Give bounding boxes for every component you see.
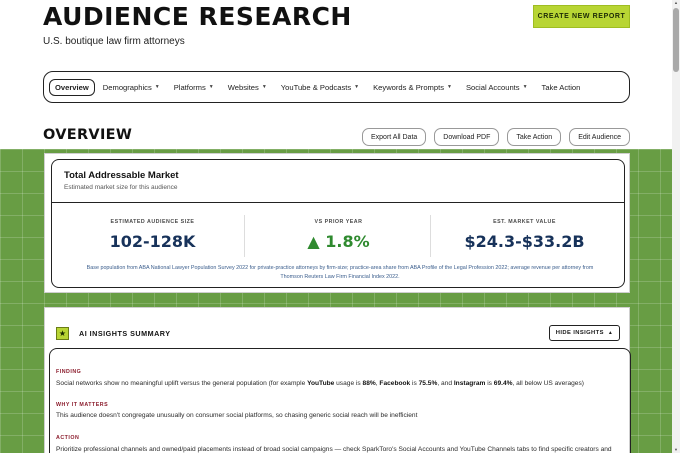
- metric-value: $24.3-$33.2B: [464, 232, 585, 251]
- nav-item-label: YouTube & Podcasts: [280, 82, 352, 92]
- insights-body: FINDING Social networks show no meaningf…: [49, 348, 631, 453]
- edit-audience-button[interactable]: Edit Audience: [569, 128, 630, 146]
- chevron-up-icon: ▲: [607, 330, 614, 336]
- scroll-up-icon[interactable]: ▲: [673, 0, 679, 6]
- action-text: Prioritize professional channels and own…: [56, 446, 612, 453]
- metric-market-value: EST. MARKET VALUE $24.3-$33.2B: [432, 219, 617, 251]
- chevron-down-icon: ▼: [447, 84, 452, 90]
- metric-vs-prior-year: VS PRIOR YEAR ▲ 1.8%: [246, 219, 431, 251]
- section-nav: Overview Demographics ▼ Platforms ▼ Websit…: [43, 71, 630, 103]
- why-it-matters-text: This audience doesn't congregate unusual…: [56, 412, 418, 419]
- chevron-down-icon: ▼: [354, 84, 360, 90]
- scroll-down-icon[interactable]: ▼: [673, 447, 679, 453]
- nav-item-keywords-prompts[interactable]: Keywords & Prompts ▼: [367, 79, 458, 96]
- nav-item-websites[interactable]: Websites ▼: [222, 79, 273, 96]
- section-title: OVERVIEW: [43, 127, 133, 143]
- note-line: Thomson Reuters Law Firm Financial Index…: [280, 274, 400, 280]
- nav-item-label: Demographics: [102, 82, 152, 92]
- metric-audience-size: ESTIMATED AUDIENCE SIZE 102-128K: [60, 219, 245, 251]
- divider: [244, 215, 245, 257]
- finding-label: FINDING: [56, 369, 82, 375]
- divider: [430, 215, 431, 257]
- hide-insights-button[interactable]: HIDE INSIGHTS ▲: [549, 325, 620, 341]
- scrollbar[interactable]: ▲ ▼: [672, 0, 680, 453]
- nav-item-label: Keywords & Prompts: [373, 82, 445, 92]
- methodology-note: Base population from ABA National Lawyer…: [70, 264, 610, 282]
- metric-value: ▲ 1.8%: [307, 232, 370, 251]
- create-new-report-button[interactable]: CREATE NEW REPORT: [533, 5, 630, 28]
- nav-item-demographics[interactable]: Demographics ▼: [97, 79, 166, 96]
- finding-text: Social networks show no meaningful uplif…: [56, 380, 584, 387]
- export-all-data-button[interactable]: Export All Data: [361, 128, 427, 146]
- nav-item-label: Take Action: [541, 82, 581, 92]
- chevron-down-icon: ▼: [154, 84, 160, 90]
- page-header: AUDIENCE RESEARCH U.S. boutique law firm…: [43, 2, 633, 62]
- nav-item-label: Overview: [55, 82, 89, 92]
- ai-insights-card: ★ AI INSIGHTS SUMMARY HIDE INSIGHTS ▲ FI…: [44, 307, 631, 453]
- nav-item-label: Platforms: [173, 82, 206, 92]
- metric-label: ESTIMATED AUDIENCE SIZE: [110, 219, 195, 225]
- scrollbar-thumb[interactable]: [673, 8, 679, 72]
- chevron-down-icon: ▼: [261, 84, 267, 90]
- metric-label: EST. MARKET VALUE: [493, 219, 556, 225]
- nav-item-label: Social Accounts: [465, 82, 520, 92]
- star-icon: ★: [56, 327, 69, 340]
- metric-label: VS PRIOR YEAR: [314, 219, 363, 225]
- note-line: Base population from ABA National Lawyer…: [86, 265, 594, 271]
- card-header: Total Addressable Market Estimated marke…: [51, 159, 625, 203]
- why-it-matters-label: WHY IT MATTERS: [56, 402, 109, 408]
- nav-item-social-accounts[interactable]: Social Accounts ▼: [460, 79, 534, 96]
- chevron-down-icon: ▼: [208, 84, 214, 90]
- page-title: AUDIENCE RESEARCH: [43, 2, 352, 31]
- card-title: AI INSIGHTS SUMMARY: [79, 329, 171, 338]
- card-title: Total Addressable Market: [64, 170, 179, 181]
- nav-item-label: Websites: [227, 82, 259, 92]
- nav-item-youtube-podcasts[interactable]: YouTube & Podcasts ▼: [275, 79, 365, 96]
- button-label: HIDE INSIGHTS: [555, 330, 604, 336]
- card-body: ESTIMATED AUDIENCE SIZE 102-128K VS PRIO…: [51, 202, 625, 288]
- download-pdf-button[interactable]: Download PDF: [434, 128, 500, 146]
- page-subtitle: U.S. boutique law firm attorneys: [43, 36, 185, 47]
- chevron-down-icon: ▼: [522, 84, 528, 90]
- card-header: ★ AI INSIGHTS SUMMARY HIDE INSIGHTS ▲: [45, 308, 631, 352]
- nav-item-overview[interactable]: Overview: [49, 78, 95, 96]
- nav-item-take-action[interactable]: Take Action: [536, 79, 587, 96]
- take-action-button[interactable]: Take Action: [507, 128, 562, 146]
- overview-actions: Export All Data Download PDF Take Action…: [361, 128, 630, 146]
- nav-item-platforms[interactable]: Platforms ▼: [168, 79, 220, 96]
- card-subtitle: Estimated market size for this audience: [64, 184, 178, 191]
- action-label: ACTION: [56, 435, 80, 441]
- total-addressable-market-card: Total Addressable Market Estimated marke…: [44, 153, 630, 293]
- metric-value: 102-128K: [109, 232, 196, 251]
